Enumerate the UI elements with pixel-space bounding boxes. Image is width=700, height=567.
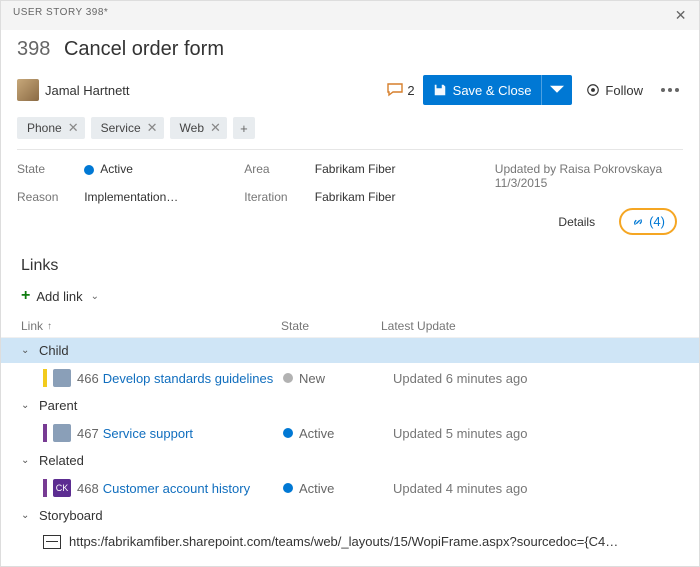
sort-asc-icon: ↑ — [47, 321, 52, 332]
follow-button[interactable]: Follow — [580, 83, 649, 98]
group-label: Related — [39, 453, 84, 468]
tab-links[interactable]: (4) — [619, 208, 677, 235]
link-item-title[interactable]: Service support — [103, 426, 193, 441]
state-dot-icon — [283, 373, 293, 383]
dot-icon — [661, 88, 665, 92]
assignee-name: Jamal Hartnett — [45, 83, 130, 98]
group-label: Storyboard — [39, 508, 103, 523]
link-item-id: 467 — [77, 426, 99, 441]
reason-label: Reason — [17, 190, 64, 204]
link-icon — [631, 215, 645, 229]
link-item-id: 466 — [77, 371, 99, 386]
links-section-title: Links — [1, 243, 699, 281]
state-text: Active — [299, 426, 334, 441]
tag-service[interactable]: Service ✕ — [91, 117, 164, 139]
workitem-type-bar — [43, 479, 47, 497]
remove-tag-icon[interactable]: ✕ — [147, 120, 158, 136]
iteration-label: Iteration — [244, 190, 295, 204]
add-link-button[interactable]: + Add link ⌄ — [1, 281, 699, 315]
group-child[interactable]: ⌄ Child — [1, 338, 699, 363]
group-storyboard[interactable]: ⌄ Storyboard — [1, 503, 699, 528]
tag-label: Phone — [27, 121, 62, 135]
latest-update: Updated 5 minutes ago — [393, 426, 679, 441]
plus-icon: + — [21, 287, 30, 305]
state-text: Active — [299, 481, 334, 496]
page-title: 398 Cancel order form — [1, 30, 699, 71]
links-count: (4) — [649, 214, 665, 229]
state-text: New — [299, 371, 325, 386]
updated-by: Updated by Raisa Pokrovskaya 11/3/2015 — [495, 162, 683, 190]
state-text: Active — [100, 162, 133, 176]
add-tag-button[interactable]: + — [233, 117, 255, 139]
chevron-down-icon: ⌄ — [91, 291, 99, 302]
column-state[interactable]: State — [281, 319, 381, 333]
column-link-label: Link — [21, 319, 43, 333]
tag-phone[interactable]: Phone ✕ — [17, 117, 85, 139]
breadcrumb: USER STORY 398* — [13, 7, 108, 24]
follow-label: Follow — [605, 83, 643, 98]
state-dot-icon — [283, 483, 293, 493]
save-and-close-button[interactable]: Save & Close — [423, 75, 573, 105]
avatar — [53, 369, 71, 387]
area-value[interactable]: Fabrikam Fiber — [315, 162, 455, 176]
save-icon — [433, 83, 447, 97]
workitem-type-bar — [43, 369, 47, 387]
avatar — [17, 79, 39, 101]
state-value[interactable]: Active — [84, 162, 224, 176]
follow-icon — [586, 83, 600, 97]
chevron-down-icon: ⌄ — [21, 400, 33, 411]
state-label: State — [17, 162, 64, 176]
link-item-row[interactable]: 466 Develop standards guidelines New Upd… — [1, 363, 699, 393]
save-dropdown[interactable] — [541, 75, 572, 105]
chevron-down-icon — [550, 83, 564, 97]
group-parent[interactable]: ⌄ Parent — [1, 393, 699, 418]
comment-count: 2 — [407, 83, 414, 98]
more-actions-button[interactable] — [657, 84, 683, 96]
workitem-title[interactable]: Cancel order form — [64, 38, 224, 60]
avatar: CK — [53, 479, 71, 497]
workitem-type-bar — [43, 424, 47, 442]
group-label: Parent — [39, 398, 77, 413]
tag-web[interactable]: Web ✕ — [170, 117, 227, 139]
remove-tag-icon[interactable]: ✕ — [68, 120, 79, 136]
latest-update: Updated 6 minutes ago — [393, 371, 679, 386]
workitem-id: 398 — [17, 38, 50, 60]
chevron-down-icon: ⌄ — [21, 345, 33, 356]
link-item-title[interactable]: Customer account history — [103, 481, 250, 496]
group-related[interactable]: ⌄ Related — [1, 448, 699, 473]
tag-label: Service — [101, 121, 141, 135]
storyboard-link-row[interactable]: https:/fabrikamfiber.sharepoint.com/team… — [1, 528, 699, 555]
add-link-label: Add link — [36, 289, 82, 304]
save-label: Save & Close — [453, 83, 532, 98]
comment-icon — [387, 83, 403, 97]
assignee-picker[interactable]: Jamal Hartnett — [17, 79, 130, 101]
close-icon[interactable]: ✕ — [675, 7, 687, 24]
chevron-down-icon: ⌄ — [21, 455, 33, 466]
tag-label: Web — [180, 121, 204, 135]
column-latest-update[interactable]: Latest Update — [381, 319, 679, 333]
dot-icon — [668, 88, 672, 92]
iteration-value[interactable]: Fabrikam Fiber — [315, 190, 455, 204]
link-item-title[interactable]: Develop standards guidelines — [103, 371, 274, 386]
link-item-id: 468 — [77, 481, 99, 496]
discussion-button[interactable]: 2 — [387, 83, 414, 98]
latest-update: Updated 4 minutes ago — [393, 481, 679, 496]
tab-details[interactable]: Details — [546, 211, 607, 233]
area-label: Area — [244, 162, 295, 176]
column-link[interactable]: Link ↑ — [21, 319, 281, 333]
storyboard-icon — [43, 535, 61, 549]
reason-value[interactable]: Implementation… — [84, 190, 224, 204]
group-label: Child — [39, 343, 69, 358]
storyboard-url[interactable]: https:/fabrikamfiber.sharepoint.com/team… — [69, 534, 618, 549]
state-dot-icon — [283, 428, 293, 438]
state-dot-icon — [84, 165, 94, 175]
link-item-row[interactable]: CK 468 Customer account history Active U… — [1, 473, 699, 503]
dot-icon — [675, 88, 679, 92]
remove-tag-icon[interactable]: ✕ — [210, 120, 221, 136]
chevron-down-icon: ⌄ — [21, 510, 33, 521]
link-item-row[interactable]: 467 Service support Active Updated 5 min… — [1, 418, 699, 448]
avatar — [53, 424, 71, 442]
